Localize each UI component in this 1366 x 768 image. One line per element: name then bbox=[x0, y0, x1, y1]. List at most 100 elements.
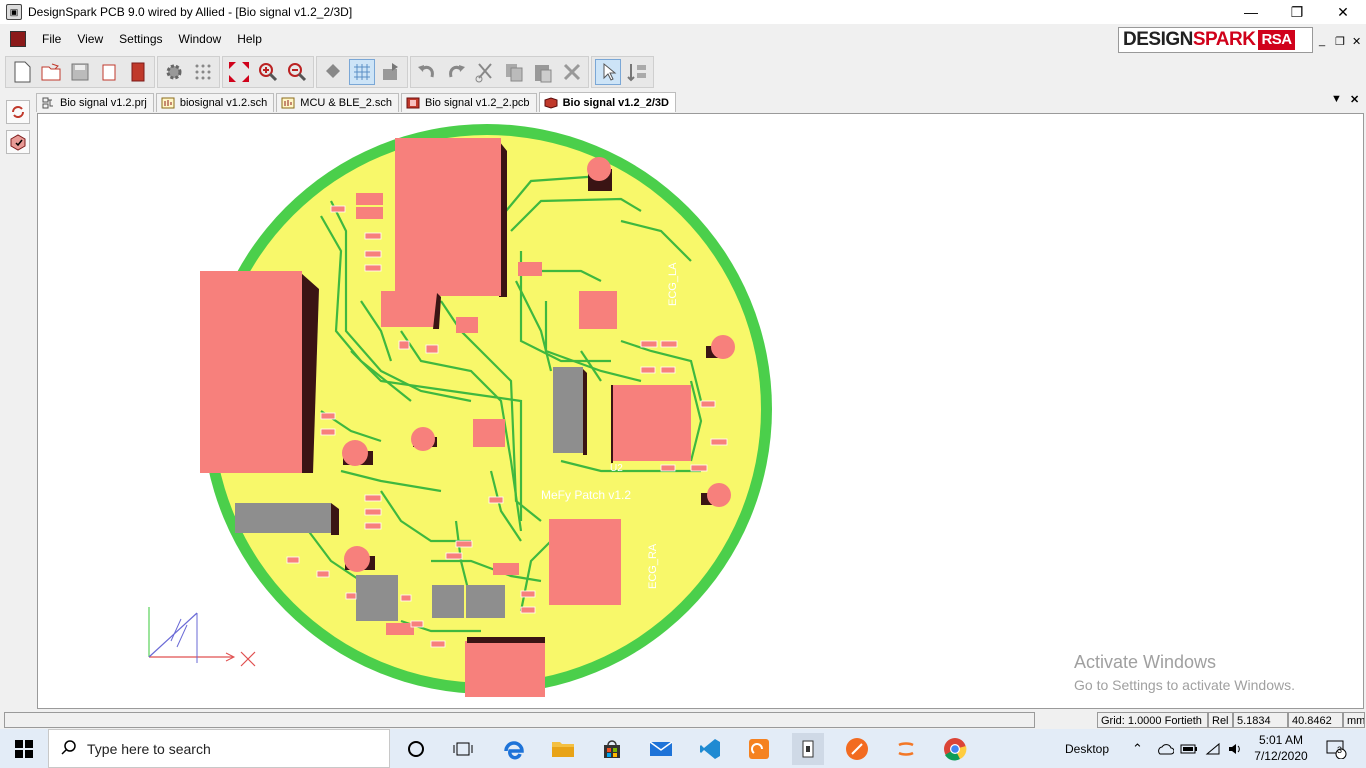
tab-biosignal-sch[interactable]: biosignal v1.2.sch bbox=[155, 93, 275, 112]
brave-browser-icon[interactable] bbox=[841, 733, 873, 765]
notification-center-icon[interactable]: 3 bbox=[1320, 733, 1352, 765]
library-book-icon[interactable] bbox=[125, 59, 151, 85]
logo-text-design: DESIGN bbox=[1123, 29, 1193, 50]
tab-label: Bio signal v1.2.prj bbox=[60, 97, 147, 109]
select-pointer-icon[interactable] bbox=[595, 59, 621, 85]
activate-windows-watermark: Activate Windows Go to Settings to activ… bbox=[1074, 652, 1295, 693]
restore-button[interactable]: ❐ bbox=[1274, 0, 1320, 24]
notification-count: 3 bbox=[1337, 745, 1343, 755]
zoom-in-icon[interactable] bbox=[255, 59, 281, 85]
3d-view-icon[interactable] bbox=[6, 130, 30, 154]
windows-start-icon[interactable] bbox=[8, 733, 40, 765]
component-block-a bbox=[381, 291, 437, 327]
edge-browser-icon[interactable] bbox=[498, 733, 530, 765]
tab-3d-view[interactable]: Bio signal v1.2_2/3D bbox=[538, 92, 676, 112]
design-toolbar-group bbox=[157, 56, 220, 88]
tab-mcu-ble-sch[interactable]: MCU & BLE_2.sch bbox=[276, 93, 399, 112]
mdi-minimize-button[interactable]: _ bbox=[1319, 35, 1325, 47]
tab-label: Bio signal v1.2_2/3D bbox=[562, 96, 669, 109]
menu-help[interactable]: Help bbox=[229, 26, 270, 52]
wifi-icon[interactable] bbox=[1205, 729, 1221, 768]
title-bar: ▣ DesignSpark PCB 9.0 wired by Allied - … bbox=[0, 0, 1366, 24]
component-u2 bbox=[613, 385, 691, 461]
taskbar-search-box[interactable]: Type here to search bbox=[48, 729, 390, 768]
folder-arrow-icon[interactable] bbox=[378, 59, 404, 85]
component-small-3 bbox=[356, 193, 383, 205]
activate-title: Activate Windows bbox=[1074, 652, 1217, 672]
pcb-3d-render: MeFy Patch v1.2 ECG_LA ECG_RA U2 bbox=[148, 124, 772, 697]
3d-viewport[interactable]: MeFy Patch v1.2 ECG_LA ECG_RA U2 Activat… bbox=[37, 113, 1364, 709]
component-connector-left bbox=[200, 271, 302, 473]
new-file-icon[interactable] bbox=[9, 59, 35, 85]
grid-toggle-icon[interactable] bbox=[349, 59, 375, 85]
component-regulator bbox=[473, 419, 505, 447]
board-label-ecg-ra: ECG_RA bbox=[647, 543, 659, 589]
units-status: mm bbox=[1343, 712, 1365, 728]
tray-chevron-up-icon[interactable]: ⌃ bbox=[1132, 729, 1143, 768]
document-icon[interactable] bbox=[10, 31, 26, 47]
component-bottom-connector bbox=[465, 641, 545, 697]
axis-triad bbox=[148, 607, 256, 667]
mail-icon[interactable] bbox=[645, 733, 677, 765]
chrome-browser-icon[interactable] bbox=[939, 733, 971, 765]
zoom-fit-icon[interactable] bbox=[226, 59, 252, 85]
tab-pcb[interactable]: Bio signal v1.2_2.pcb bbox=[400, 93, 537, 112]
status-message bbox=[4, 712, 1035, 728]
delete-icon[interactable] bbox=[559, 59, 585, 85]
menu-file[interactable]: File bbox=[34, 26, 69, 52]
menu-settings[interactable]: Settings bbox=[111, 26, 170, 52]
tab-project[interactable]: Bio signal v1.2.prj bbox=[36, 93, 154, 112]
paint-bucket-icon[interactable] bbox=[320, 59, 346, 85]
close-button[interactable]: ✕ bbox=[1320, 0, 1366, 24]
window-title: DesignSpark PCB 9.0 wired by Allied - [B… bbox=[28, 5, 353, 19]
mdi-close-button[interactable]: ✕ bbox=[1352, 35, 1361, 48]
pdf-app-icon[interactable] bbox=[743, 733, 775, 765]
windows-taskbar: Type here to search Desktop ⌃ 5:01 AM 7/… bbox=[0, 729, 1366, 768]
x-coordinate: 5.1834 bbox=[1233, 712, 1288, 728]
component-battery-holder bbox=[395, 138, 501, 296]
tab-label: Bio signal v1.2_2.pcb bbox=[424, 97, 530, 109]
undo-icon[interactable] bbox=[414, 59, 440, 85]
clock-time: 5:01 AM bbox=[1258, 733, 1304, 747]
task-view-icon[interactable] bbox=[447, 733, 479, 765]
taskbar-clock[interactable]: 5:01 AM 7/12/2020 bbox=[1240, 732, 1322, 764]
file-toolbar-group bbox=[5, 56, 155, 88]
grid-dots-icon[interactable] bbox=[190, 59, 216, 85]
paste-icon[interactable] bbox=[530, 59, 556, 85]
rel-status: Rel bbox=[1208, 712, 1233, 728]
mdi-restore-button[interactable]: ❐ bbox=[1335, 35, 1345, 48]
component-small-4 bbox=[356, 207, 383, 219]
refresh-icon[interactable] bbox=[6, 100, 30, 124]
minimize-button[interactable]: — bbox=[1228, 0, 1274, 24]
close-tab-button[interactable]: ✕ bbox=[1350, 93, 1359, 106]
file-explorer-icon[interactable] bbox=[547, 733, 579, 765]
gear-icon[interactable] bbox=[161, 59, 187, 85]
menu-view[interactable]: View bbox=[69, 26, 111, 52]
redo-icon[interactable] bbox=[443, 59, 469, 85]
designspark-taskbar-icon[interactable] bbox=[792, 733, 824, 765]
copy-icon[interactable] bbox=[501, 59, 527, 85]
battery-icon[interactable] bbox=[1180, 729, 1198, 768]
component-chip-3 bbox=[466, 585, 505, 618]
desktop-toolbar-label[interactable]: Desktop bbox=[1065, 729, 1109, 768]
zoom-out-icon[interactable] bbox=[284, 59, 310, 85]
save-icon[interactable] bbox=[67, 59, 93, 85]
y-coordinate: 40.8462 bbox=[1288, 712, 1343, 728]
cut-icon[interactable] bbox=[472, 59, 498, 85]
print-icon[interactable] bbox=[96, 59, 122, 85]
onedrive-cloud-icon[interactable] bbox=[1156, 729, 1174, 768]
tab-list-dropdown[interactable]: ▼ bbox=[1331, 93, 1342, 105]
cortana-icon[interactable] bbox=[400, 733, 432, 765]
app-icon: ▣ bbox=[6, 4, 22, 20]
vscode-icon[interactable] bbox=[694, 733, 726, 765]
component-switch bbox=[235, 503, 331, 533]
component-small-1 bbox=[456, 317, 478, 333]
microsoft-store-icon[interactable] bbox=[596, 733, 628, 765]
menu-window[interactable]: Window bbox=[171, 26, 230, 52]
open-file-icon[interactable] bbox=[38, 59, 64, 85]
layer-order-icon[interactable] bbox=[624, 59, 650, 85]
view-toolbar-group bbox=[316, 56, 408, 88]
jupyter-icon[interactable] bbox=[890, 733, 922, 765]
logo-rs-badge: RSA bbox=[1258, 30, 1295, 50]
designspark-logo: DESIGN SPARK RSA bbox=[1118, 27, 1313, 53]
